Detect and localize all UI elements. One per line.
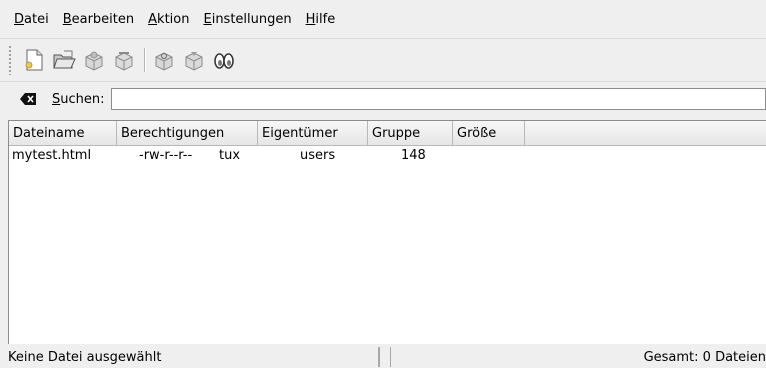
package-remove-icon <box>115 52 133 71</box>
search-bar: Suchen: <box>0 82 766 116</box>
column-header-filler <box>525 121 766 145</box>
package-settings-icon <box>155 52 173 71</box>
app-window: Datei Bearbeiten Aktion Einstellungen Hi… <box>0 0 766 368</box>
menu-einstellungen[interactable]: Einstellungen <box>197 12 297 27</box>
menubar: Datei Bearbeiten Aktion Einstellungen Hi… <box>0 0 766 39</box>
column-header-berechtigungen[interactable]: Berechtigungen <box>117 121 258 145</box>
clear-left-icon <box>20 93 36 105</box>
toolbar <box>0 39 766 82</box>
new-file-button[interactable] <box>22 48 46 72</box>
menu-aktion-label: ktion <box>157 11 190 27</box>
cell-size: 148 <box>401 148 426 163</box>
column-header-groesse[interactable]: Größe <box>453 121 525 145</box>
clear-search-button[interactable] <box>18 89 38 109</box>
menu-aktion[interactable]: Aktion <box>142 12 195 27</box>
open-button[interactable] <box>52 48 76 72</box>
menu-datei-mnemonic: D <box>14 11 25 27</box>
open-folder-icon <box>53 50 76 69</box>
menu-hilfe-label: ilfe <box>315 11 336 27</box>
column-header-eigentuemer[interactable]: Eigentümer <box>258 121 368 145</box>
status-selection-text: Keine Datei ausgewählt <box>0 347 380 367</box>
package-remove-button[interactable] <box>112 48 136 72</box>
search-binoculars-icon <box>214 53 234 69</box>
package-add-button[interactable] <box>82 48 106 72</box>
column-header-gruppe[interactable]: Gruppe <box>368 121 453 145</box>
list-header: Dateiname Berechtigungen Eigentümer Grup… <box>9 121 766 146</box>
cell-group: users <box>300 148 336 163</box>
menu-einstellungen-mnemonic: E <box>203 11 212 27</box>
status-total-text: Gesamt: 0 Dateien <box>390 347 766 367</box>
package-config-button[interactable] <box>182 48 206 72</box>
find-button[interactable] <box>212 48 236 72</box>
search-label-text: uchen: <box>60 91 105 107</box>
menu-bearbeiten[interactable]: Bearbeiten <box>57 12 140 27</box>
package-settings-button[interactable] <box>152 48 176 72</box>
menu-aktion-mnemonic: A <box>148 11 158 27</box>
column-header-dateiname[interactable]: Dateiname <box>9 121 117 145</box>
package-config-icon <box>185 52 203 71</box>
menu-einstellungen-label: instellungen <box>211 11 292 27</box>
menu-bearbeiten-mnemonic: B <box>62 11 72 27</box>
cell-owner: tux <box>219 148 241 163</box>
menu-bearbeiten-label: earbeiten <box>71 11 135 27</box>
menu-datei[interactable]: Datei <box>8 12 55 27</box>
new-file-icon <box>25 49 43 71</box>
search-label: Suchen: <box>52 92 105 107</box>
table-row[interactable]: mytest.html -rw-r--r-- tux users 148 <box>9 146 766 166</box>
menu-hilfe-mnemonic: H <box>305 11 316 27</box>
toolbar-grip-handle[interactable] <box>8 45 12 75</box>
file-list[interactable]: Dateiname Berechtigungen Eigentümer Grup… <box>8 120 766 344</box>
status-bar: Keine Datei ausgewählt Gesamt: 0 Dateien <box>0 346 766 368</box>
cell-permissions: -rw-r--r-- <box>139 148 193 163</box>
cell-filename: mytest.html <box>12 148 92 163</box>
package-add-icon <box>85 51 103 71</box>
menu-hilfe[interactable]: Hilfe <box>300 12 342 27</box>
menu-datei-label: atei <box>24 11 49 27</box>
search-input[interactable] <box>110 88 766 110</box>
toolbar-separator <box>144 48 146 72</box>
